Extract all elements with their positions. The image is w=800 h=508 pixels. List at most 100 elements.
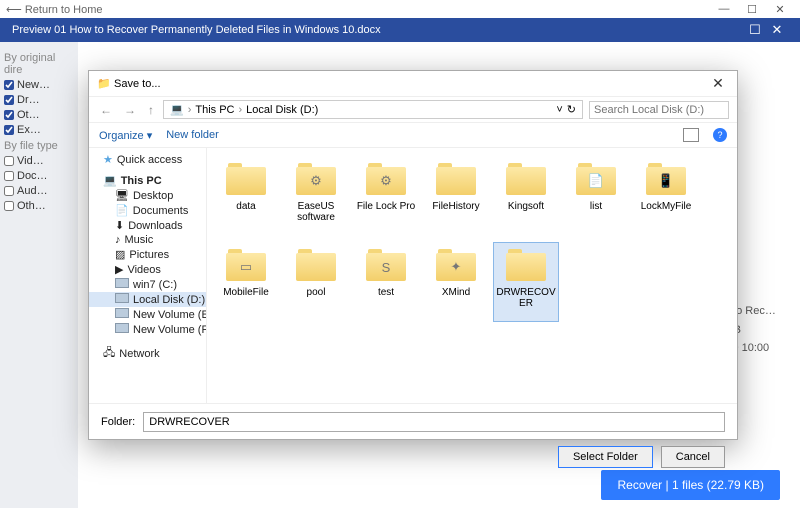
- breadcrumb-item[interactable]: Local Disk (D:): [246, 104, 318, 116]
- filter-item[interactable]: Ex…: [4, 124, 74, 136]
- tree-downloads[interactable]: ⬇Downloads: [89, 218, 206, 233]
- tree-drive-d[interactable]: Local Disk (D:): [89, 292, 206, 307]
- folder-item[interactable]: Kingsoft: [493, 156, 559, 236]
- filter-group-original: By original dire: [4, 52, 74, 76]
- new-folder-button[interactable]: New folder: [166, 129, 219, 141]
- view-mode-icon[interactable]: [683, 128, 699, 142]
- select-folder-button[interactable]: Select Folder: [558, 446, 653, 468]
- breadcrumb[interactable]: 💻 › This PC › Local Disk (D:) ˅ ↻: [163, 100, 583, 119]
- app-titlebar: ⟵ Return to Home — ☐ ✕: [0, 0, 800, 18]
- cancel-button[interactable]: Cancel: [661, 446, 725, 468]
- pc-icon: 💻: [170, 103, 184, 116]
- folder-item[interactable]: pool: [283, 242, 349, 322]
- folder-icon: [294, 245, 338, 283]
- dialog-close-button[interactable]: ✕: [707, 75, 729, 92]
- folder-name-input[interactable]: [143, 412, 725, 432]
- tree-music[interactable]: ♪Music: [89, 233, 206, 247]
- folder-icon: ⚙: [294, 159, 338, 197]
- preview-titlebar: Preview 01 How to Recover Permanently De…: [0, 18, 800, 42]
- filter-checkbox[interactable]: [4, 156, 14, 166]
- close-button[interactable]: ✕: [766, 3, 794, 16]
- folder-label: list: [564, 201, 628, 212]
- tree-drive-c[interactable]: win7 (C:): [89, 277, 206, 292]
- nav-tree: ★Quick access 💻This PC 🖥Desktop 📄Documen…: [89, 148, 207, 403]
- folder-item[interactable]: DRWRECOVER: [493, 242, 559, 322]
- filter-checkbox[interactable]: [4, 125, 14, 135]
- folder-label: test: [354, 287, 418, 298]
- search-input[interactable]: [589, 101, 729, 119]
- folder-icon: 📄: [574, 159, 618, 197]
- help-icon[interactable]: ?: [713, 128, 727, 142]
- folder-field-label: Folder:: [101, 416, 135, 428]
- preview-maximize-icon[interactable]: ☐: [744, 22, 766, 38]
- maximize-button[interactable]: ☐: [738, 3, 766, 16]
- tree-drive-e[interactable]: New Volume (E:): [89, 307, 206, 322]
- tree-desktop[interactable]: 🖥Desktop: [89, 188, 206, 203]
- folder-icon: ⚙: [364, 159, 408, 197]
- refresh-icon[interactable]: ↻: [567, 103, 576, 116]
- folder-item[interactable]: 📄 list: [563, 156, 629, 236]
- dialog-toolbar: Organize ▾ New folder ?: [89, 123, 737, 148]
- tree-documents[interactable]: 📄Documents: [89, 203, 206, 218]
- filter-item[interactable]: Vid…: [4, 155, 74, 167]
- folder-label: EaseUS software: [284, 201, 348, 223]
- folder-item[interactable]: FileHistory: [423, 156, 489, 236]
- folder-item[interactable]: ⚙ File Lock Pro: [353, 156, 419, 236]
- folder-label: File Lock Pro: [354, 201, 418, 212]
- chevron-down-icon[interactable]: ˅: [556, 104, 562, 116]
- folder-grid: data ⚙ EaseUS software ⚙ File Lock Pro FileHi…: [207, 148, 737, 403]
- folder-item[interactable]: 📱 LockMyFile: [633, 156, 699, 236]
- folder-label: LockMyFile: [634, 201, 698, 212]
- folder-icon: [504, 245, 548, 283]
- breadcrumb-item[interactable]: This PC: [195, 104, 234, 116]
- tree-network[interactable]: 🖧Network: [89, 343, 206, 364]
- folder-icon: ✦: [434, 245, 478, 283]
- folder-label: FileHistory: [424, 201, 488, 212]
- folder-icon: [434, 159, 478, 197]
- filter-checkbox[interactable]: [4, 80, 14, 90]
- folder-item[interactable]: ⚙ EaseUS software: [283, 156, 349, 236]
- filter-checkbox[interactable]: [4, 186, 14, 196]
- filter-item[interactable]: Ot…: [4, 109, 74, 121]
- filter-item[interactable]: Aud…: [4, 185, 74, 197]
- folder-item[interactable]: Stest: [353, 242, 419, 322]
- nav-back-icon[interactable]: ←: [97, 103, 115, 117]
- filter-item[interactable]: Oth…: [4, 200, 74, 212]
- nav-up-icon[interactable]: ↑: [145, 103, 157, 117]
- filter-item[interactable]: Dr…: [4, 94, 74, 106]
- save-to-dialog: 📁 Save to... ✕ ← → ↑ 💻 › This PC › Local…: [88, 70, 738, 440]
- folder-label: pool: [284, 287, 348, 298]
- tree-videos[interactable]: ▶Videos: [89, 262, 206, 277]
- organize-dropdown[interactable]: Organize ▾: [99, 129, 152, 142]
- filter-checkbox[interactable]: [4, 110, 14, 120]
- folder-label: DRWRECOVER: [494, 287, 558, 309]
- tree-drive-f[interactable]: New Volume (F:): [89, 322, 206, 337]
- folder-item[interactable]: ▭MobileFile: [213, 242, 279, 322]
- filter-item[interactable]: New…: [4, 79, 74, 91]
- dialog-nav: ← → ↑ 💻 › This PC › Local Disk (D:) ˅ ↻: [89, 96, 737, 123]
- folder-icon: [504, 159, 548, 197]
- filter-checkbox[interactable]: [4, 171, 14, 181]
- tree-pictures[interactable]: ▨Pictures: [89, 247, 206, 262]
- preview-title: Preview 01 How to Recover Permanently De…: [12, 24, 381, 36]
- nav-forward-icon[interactable]: →: [121, 103, 139, 117]
- filter-checkbox[interactable]: [4, 95, 14, 105]
- filter-panel: By original dire New… Dr… Ot… Ex… By fil…: [0, 42, 78, 508]
- folder-icon: 📁: [97, 77, 111, 90]
- filter-group-type: By file type: [4, 140, 74, 152]
- folder-icon: S: [364, 245, 408, 283]
- minimize-button[interactable]: —: [710, 3, 738, 15]
- folder-item[interactable]: data: [213, 156, 279, 236]
- preview-close-icon[interactable]: ✕: [766, 22, 788, 38]
- tree-this-pc[interactable]: 💻This PC: [89, 173, 206, 188]
- return-home-link[interactable]: ⟵ Return to Home: [6, 3, 102, 16]
- folder-item[interactable]: ✦XMind: [423, 242, 489, 322]
- folder-label: Kingsoft: [494, 201, 558, 212]
- folder-label: MobileFile: [214, 287, 278, 298]
- folder-icon: 📱: [644, 159, 688, 197]
- folder-icon: [224, 159, 268, 197]
- folder-label: data: [214, 201, 278, 212]
- tree-quick-access[interactable]: ★Quick access: [89, 152, 206, 167]
- filter-checkbox[interactable]: [4, 201, 14, 211]
- filter-item[interactable]: Doc…: [4, 170, 74, 182]
